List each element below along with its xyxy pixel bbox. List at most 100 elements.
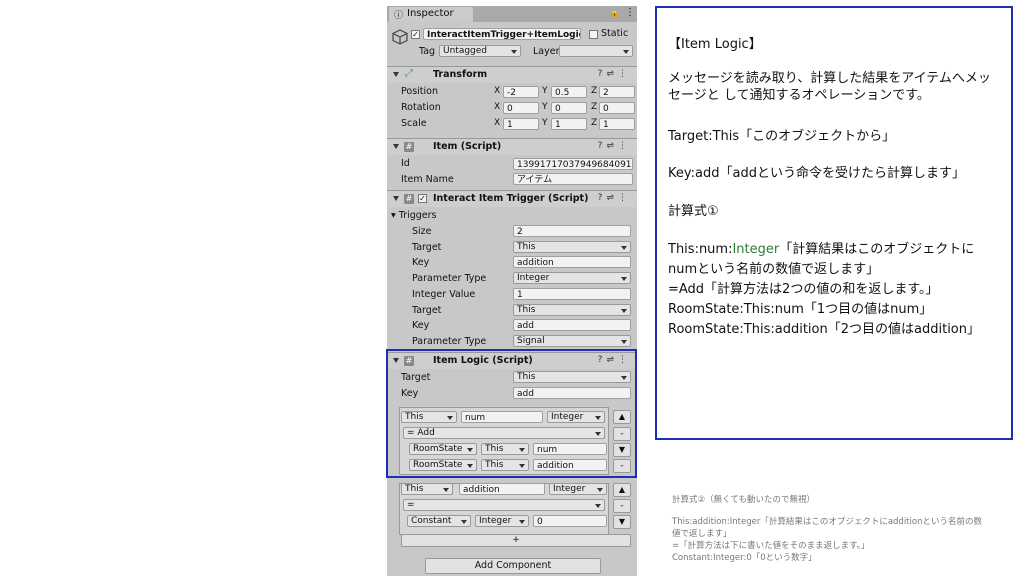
b2-name-input[interactable]: addition [459,483,545,495]
b2-minus-button[interactable]: - [613,499,631,513]
add-formula-button[interactable]: + [401,534,631,547]
rotation-z-input[interactable]: 0 [599,102,635,114]
trigger-row-label: Size [412,226,432,237]
triggers-label: Triggers [398,210,437,221]
trigger-row-value: This [517,241,536,252]
inspector-tabbar: ⓘ Inspector 🔒 ⋮ [387,6,637,22]
tag-dropdown[interactable]: Untagged [439,45,521,57]
component-menu-icons[interactable]: ?⇌⋮ [598,141,631,151]
rotation-label: Rotation [401,102,441,113]
static-label: Static [601,28,629,39]
tag-label: Tag [419,46,436,57]
b2-target-value: This [405,484,424,494]
fold-icon[interactable] [393,144,399,149]
axis-x-label: X [494,86,501,96]
info-icon: ⓘ [394,11,404,21]
axis-y-label: Y [542,86,548,96]
script-icon: # [404,142,414,152]
tab-inspector[interactable]: ⓘ Inspector [389,7,473,22]
lock-icon[interactable]: 🔒 [609,8,620,18]
axis-x-label: X [494,102,501,112]
scale-label: Scale [401,118,427,129]
transform-header[interactable]: ⤢ Transform ?⇌⋮ [387,66,637,83]
trigger-row-dropdown[interactable]: This [513,240,631,253]
chevron-down-icon [597,488,603,492]
position-x-input[interactable]: -2 [503,86,539,98]
rotation-y-input[interactable]: 0 [551,102,587,114]
note-subtitle: メッセージを読み取り、計算した結果をアイテムへメッセージと して通知するオペレー… [668,71,991,103]
note-heading: 【Item Logic】 [668,37,762,52]
component-menu-icons[interactable]: ?⇌⋮ [598,193,631,203]
note-result-post: 「計算結果はこのオブジェクトに [779,242,975,257]
item-script-title: Item (Script) [433,141,502,152]
chevron-down-icon [443,488,449,492]
note-line-return: numという名前の数値で返します」 [668,262,880,277]
chevron-down-icon [621,277,627,282]
scale-y-input[interactable]: 1 [551,118,587,130]
b2-target-dropdown[interactable]: This [401,483,453,495]
tab-inspector-label: Inspector [407,8,454,19]
note-line-result: This:num:Integer「計算結果はこのオブジェクトに [668,241,1008,258]
position-y-input[interactable]: 0.5 [551,86,587,98]
chevron-down-icon [621,339,627,344]
trigger-row-dropdown[interactable]: This [513,303,631,316]
axis-z-label: Z [591,102,598,112]
b2-b-value: Integer [479,516,512,526]
layer-label: Layer [533,46,560,57]
cube-icon [391,28,409,46]
note-line-add: =Add「計算方法は2つの値の和を返します。」 [668,282,939,297]
triggers-foldout[interactable]: ▾ Triggers [391,210,437,221]
chevron-down-icon [621,245,627,250]
b2-c-input[interactable]: 0 [533,515,607,527]
note-line-key: Key:add「addという命令を受けたら計算します」 [668,166,965,181]
trigger-script-header[interactable]: # ✓ Interact Item Trigger (Script) ?⇌⋮ [387,190,637,207]
axis-y-label: Y [542,102,548,112]
b2-down-button[interactable]: ▼ [613,515,631,529]
scale-z-input[interactable]: 1 [599,118,635,130]
trigger-row-dropdown[interactable]: Signal [513,334,631,347]
note-result-pre: This:num: [668,242,733,257]
trigger-row-input[interactable]: 2 [513,225,631,237]
note-line-first: RoomState:This:num「1つ目の値はnum」 [668,302,933,317]
b2-up-button[interactable]: ▲ [613,483,631,497]
trigger-row-input[interactable]: 1 [513,287,631,300]
menu-icon[interactable]: ⋮ [625,7,635,18]
inspector-panel: ⓘ Inspector 🔒 ⋮ ✓ InteractItemTrigger+It… [387,6,637,576]
trigger-row-label: Target [412,304,442,316]
trigger-row-input[interactable]: add [513,319,631,332]
note-result-type: Integer [732,242,780,257]
scale-x-input[interactable]: 1 [503,118,539,130]
fold-icon[interactable] [393,72,399,77]
active-checkbox[interactable]: ✓ [411,30,420,39]
axis-x-label: X [494,118,501,128]
item-name-label: Item Name [401,174,454,185]
fold-icon[interactable] [393,196,399,201]
id-input[interactable]: 1399171703794968409​1 [513,158,633,170]
item-script-header[interactable]: # Item (Script) ?⇌⋮ [387,138,637,155]
trigger-row-input[interactable]: addition [513,256,631,269]
b2-a-dropdown[interactable]: Constant [407,515,471,527]
object-name-input[interactable]: InteractItemTrigger+ItemLogic [423,28,581,40]
gray-note-line: 値で返します」 [672,529,732,539]
chevron-down-icon [621,308,627,313]
axis-y-label: Y [542,118,548,128]
trigger-enabled-checkbox[interactable]: ✓ [418,194,427,203]
item-name-input[interactable]: アイテム [513,173,633,185]
layer-dropdown[interactable] [559,45,633,57]
chevron-down-icon [623,50,629,54]
add-component-button[interactable]: Add Component [425,558,601,574]
script-icon: # [404,194,414,204]
transform-title: Transform [433,69,488,80]
trigger-row-dropdown[interactable]: Integer [513,272,631,285]
b2-op-dropdown[interactable]: = [403,499,605,511]
component-menu-icons[interactable]: ?⇌⋮ [598,69,631,79]
b2-type-dropdown[interactable]: Integer [549,483,607,495]
position-z-input[interactable]: 2 [599,86,635,98]
trigger-row-value: Integer [517,273,550,284]
trigger-row-label: Parameter Type [412,273,487,285]
note-line-target: Target:This「このオブジェクトから」 [668,129,896,144]
b2-b-dropdown[interactable]: Integer [475,515,529,527]
gray-note-line: =「計算方法は下に書いた値をそのまま返します。」 [672,541,870,551]
static-checkbox[interactable] [589,30,598,39]
rotation-x-input[interactable]: 0 [503,102,539,114]
